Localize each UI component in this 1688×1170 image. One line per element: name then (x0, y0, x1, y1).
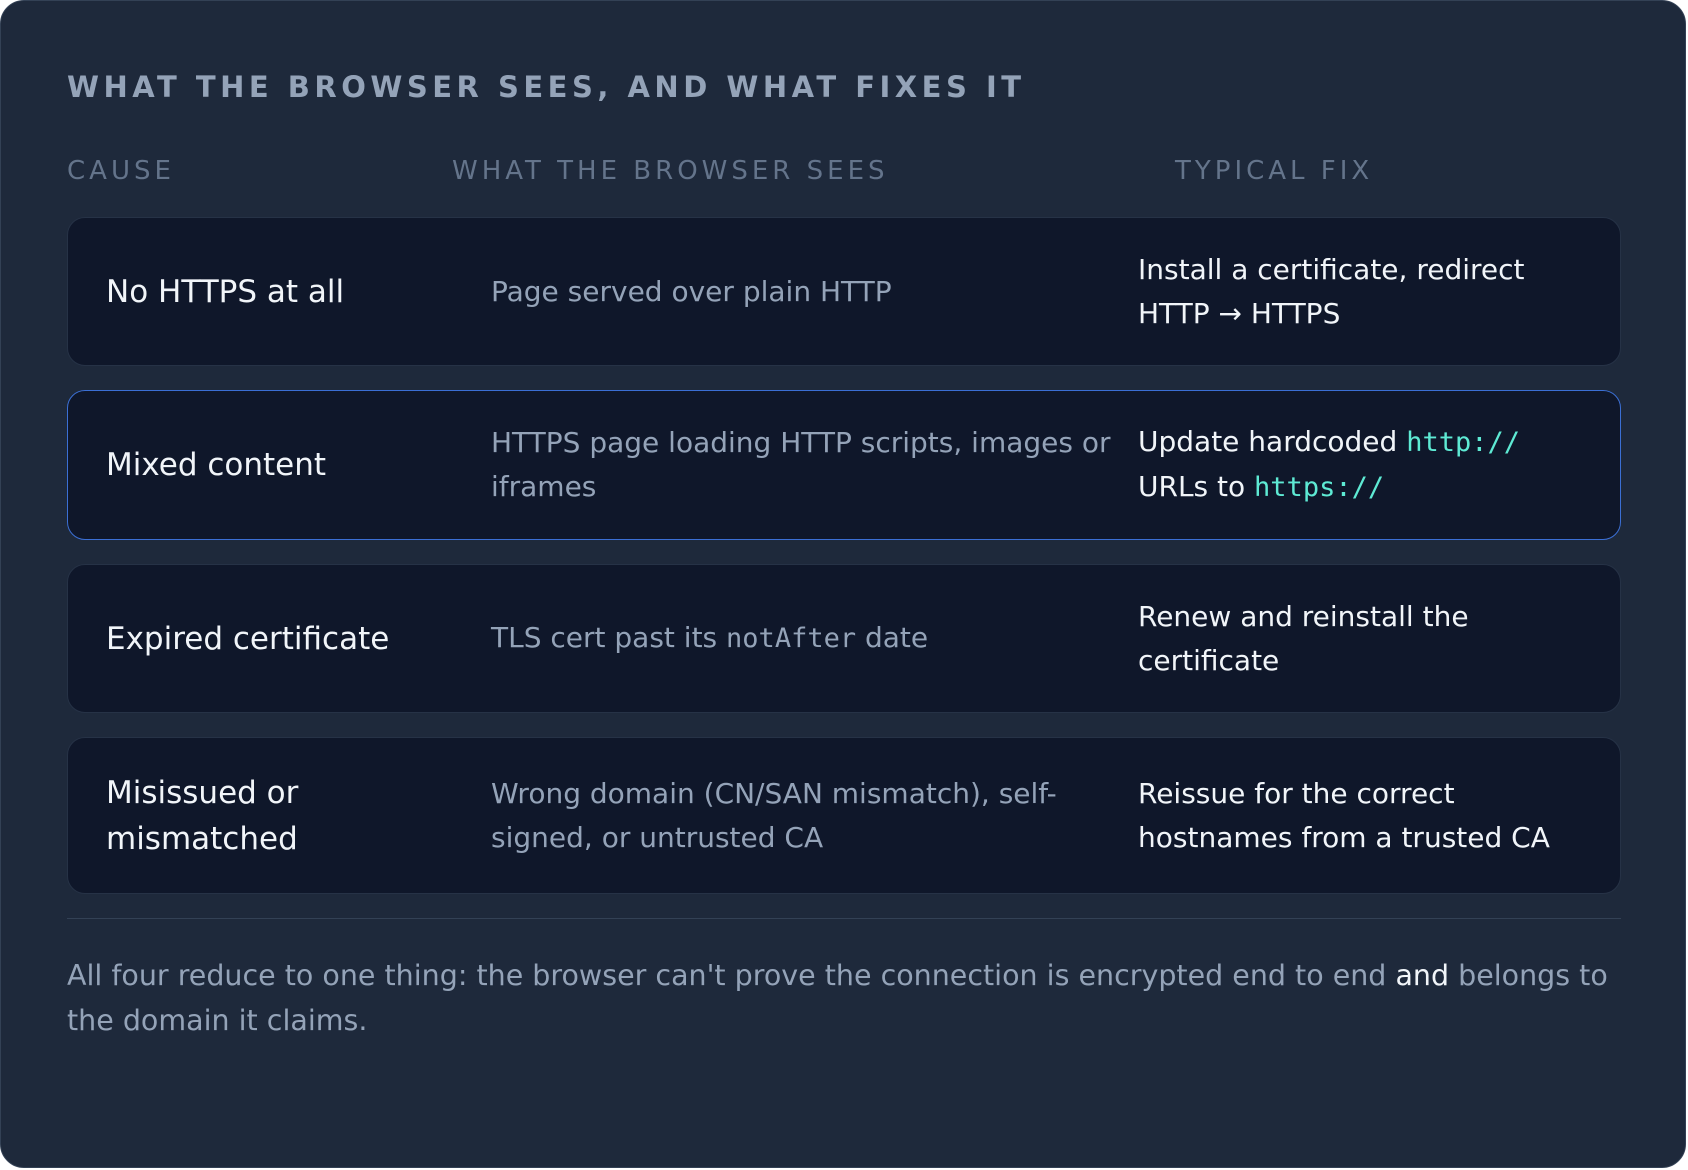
table-row-misissued: Misissued or mismatched Wrong domain (CN… (67, 737, 1621, 894)
comparison-card: WHAT THE BROWSER SEES, AND WHAT FIXES IT… (0, 0, 1686, 1168)
sees-text: TLS cert past its (491, 621, 727, 654)
summary-text: All four reduce to one thing: the browse… (67, 953, 1621, 1043)
code-snippet-notafter: notAfter (726, 623, 857, 654)
summary-emphasis: and (1395, 959, 1450, 992)
sees-cell: TLS cert past its notAfter date (491, 616, 1138, 661)
table-body: No HTTPS at all Page served over plain H… (67, 217, 1621, 894)
table-row-mixed-content: Mixed content HTTPS page loading HTTP sc… (67, 390, 1621, 540)
fix-text: Install a certificate, redirect (1138, 252, 1525, 286)
fix-cell: Update hardcoded http:// URLs to https:/… (1138, 420, 1578, 510)
sees-cell: Wrong domain (CN/SAN mismatch), self-sig… (491, 776, 1057, 854)
fix-cell: Install a certificate, redirect HTTP → H… (1138, 248, 1578, 336)
card-title: WHAT THE BROWSER SEES, AND WHAT FIXES IT (67, 70, 1026, 104)
table-header: CAUSE WHAT THE BROWSER SEES TYPICAL FIX (67, 149, 1619, 193)
cause-cell: Expired certificate (106, 620, 390, 657)
fix-cell: Renew and reinstall the certificate (1138, 599, 1469, 677)
sees-cell: Page served over plain HTTP (491, 274, 892, 308)
fix-cell: Reissue for the correct hostnames from a… (1138, 776, 1550, 854)
cause-cell: Mixed content (106, 447, 327, 483)
column-header-fix: TYPICAL FIX (1175, 156, 1374, 186)
fix-text: HTTP → HTTPS (1138, 296, 1341, 330)
column-header-sees: WHAT THE BROWSER SEES (452, 156, 889, 186)
code-snippet-http: http:// (1406, 427, 1520, 458)
table-row-no-https: No HTTPS at all Page served over plain H… (67, 217, 1621, 366)
fix-text: Update hardcoded (1138, 425, 1407, 458)
fix-text: URLs to (1138, 470, 1255, 503)
sees-text: date (856, 621, 929, 654)
table-row-expired-certificate: Expired certificate TLS cert past its no… (67, 564, 1621, 713)
divider (67, 918, 1621, 919)
cause-cell: Misissued or mismatched (106, 774, 299, 857)
sees-cell: HTTPS page loading HTTP scripts, images … (491, 426, 1111, 503)
column-header-cause: CAUSE (67, 156, 175, 186)
code-snippet-https: https:// (1254, 472, 1385, 503)
summary-part: All four reduce to one thing: the browse… (67, 959, 1396, 992)
cause-cell: No HTTPS at all (106, 273, 345, 310)
